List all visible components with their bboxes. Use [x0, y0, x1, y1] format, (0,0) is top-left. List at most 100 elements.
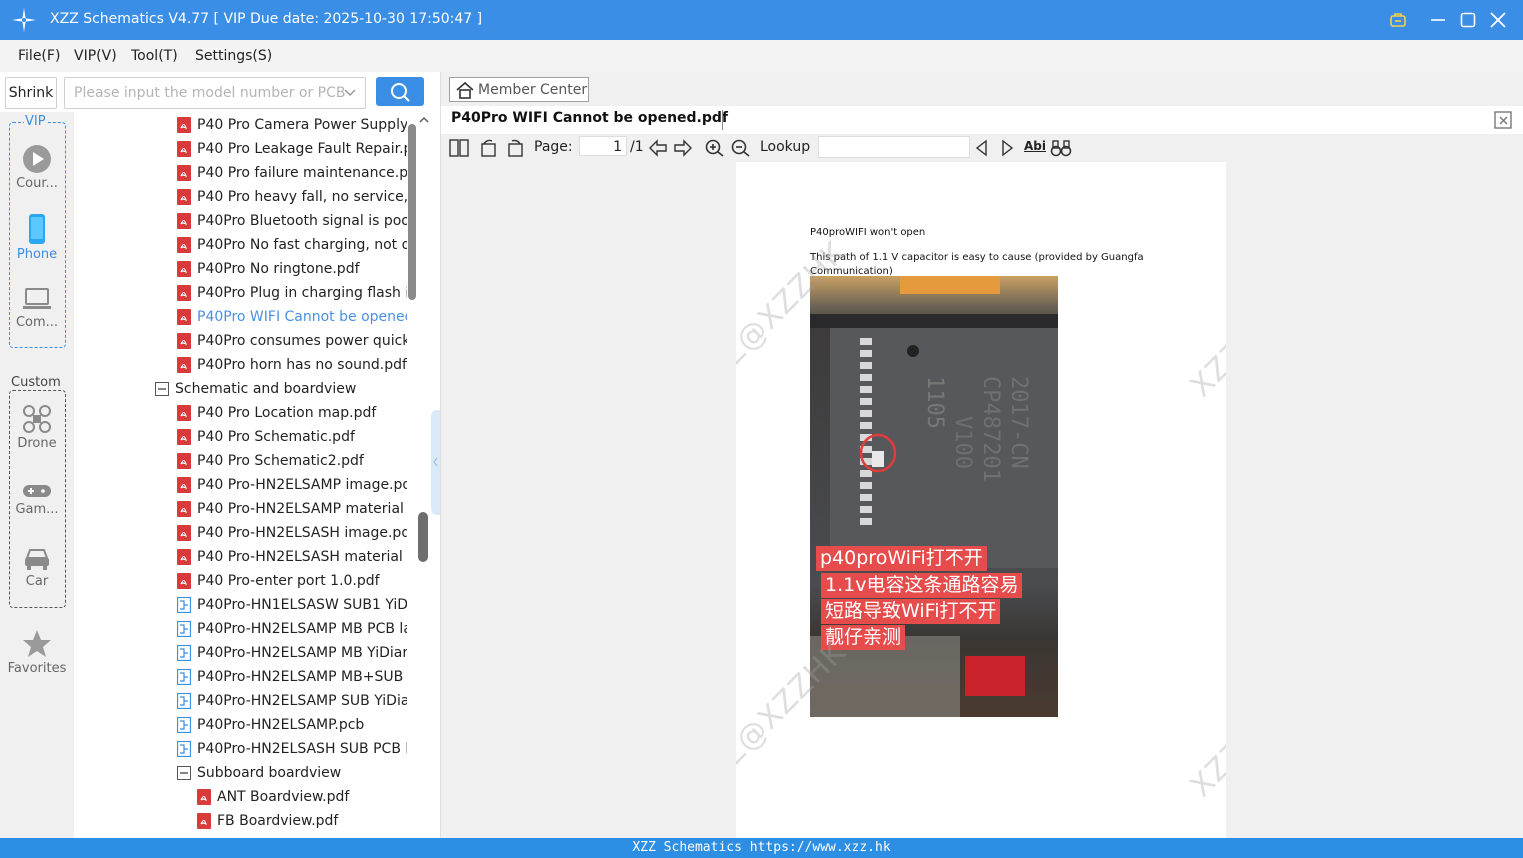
chip-marking-1: 1105 — [922, 376, 947, 429]
two-page-view-icon[interactable] — [449, 139, 469, 157]
search-icon — [391, 82, 410, 102]
tree-file-item[interactable]: P40 Pro Camera Power Supply T — [177, 113, 415, 137]
tree-file-item[interactable]: P40Pro-HN2ELSAMP.pcb — [177, 713, 364, 737]
maximize-button[interactable] — [1456, 8, 1480, 32]
home-icon — [456, 81, 474, 99]
tree-file-item[interactable]: P40 Pro Location map.pdf — [177, 401, 376, 425]
category-label: Favorites — [7, 661, 67, 676]
tree-file-item[interactable]: P40 Pro-HN2ELSAMP image.pd — [177, 473, 411, 497]
tree-file-item[interactable]: P40Pro-HN2ELSAMP MB YiDiar — [177, 641, 408, 665]
pane-splitter[interactable] — [431, 410, 440, 515]
custom-group-label: Custom — [10, 375, 62, 390]
tree-item-label: P40 Pro Leakage Fault Repair.pd — [197, 141, 415, 157]
tree-file-item[interactable]: P40Pro Bluetooth signal is poor — [177, 209, 415, 233]
scroll-up-icon[interactable] — [419, 115, 429, 125]
member-center-button[interactable]: Member Center — [449, 77, 589, 102]
car-icon — [25, 549, 49, 570]
menu-vip[interactable]: VIP(V) — [74, 48, 117, 64]
category-courses[interactable]: Cour... — [0, 144, 74, 191]
next-page-icon[interactable] — [673, 139, 693, 157]
pdf-page: P40proWIFI won't open This path of 1.1 V… — [736, 162, 1226, 838]
tree-file-item[interactable]: P40 Pro-enter port 1.0.pdf — [177, 569, 380, 593]
category-drone[interactable]: Drone — [0, 404, 74, 451]
category-label: Drone — [17, 436, 57, 451]
rotate-left-icon[interactable] — [479, 139, 499, 157]
tree-file-item[interactable]: P40Pro-HN2ELSAMP SUB YiDia — [177, 689, 409, 713]
category-label: Com... — [15, 315, 59, 330]
tree-file-item[interactable]: P40Pro-HN2ELSAMP MB PCB la — [177, 617, 412, 641]
tree-scrollbar-thumb[interactable] — [408, 124, 416, 300]
shrink-button[interactable]: Shrink — [5, 77, 57, 109]
tree-file-item[interactable]: P40 Pro Schematic.pdf — [177, 425, 355, 449]
tree-file-item[interactable]: P40 Pro-HN2ELSASH image.pdf — [177, 521, 415, 545]
gamepad-icon — [23, 485, 51, 497]
window-title: XZZ Schematics V4.77 [ VIP Due date: 202… — [50, 11, 483, 27]
zoom-out-icon[interactable] — [731, 139, 751, 157]
category-phone[interactable]: Phone — [0, 213, 74, 262]
tree-folder[interactable]: Schematic and boardview — [155, 377, 356, 401]
match-case-toggle[interactable]: Abi — [1024, 139, 1046, 153]
category-gaming[interactable]: Gam... — [0, 482, 74, 517]
tree-item-label: P40 Pro-HN2ELSASH image.pdf — [197, 525, 415, 541]
find-next-icon[interactable] — [999, 139, 1015, 157]
tree-file-item[interactable]: P40Pro-HN2ELSASH SUB PCB la — [177, 737, 415, 761]
tree-file-item[interactable]: P40 Pro heavy fall, no service, n — [177, 185, 415, 209]
tree-file-item[interactable]: P40 Pro-HN2ELSAMP material c — [177, 497, 415, 521]
close-button[interactable] — [1486, 8, 1510, 32]
menu-tool[interactable]: Tool(T) — [131, 48, 178, 64]
tree-file-item[interactable]: P40Pro Plug in charging flash ic — [177, 281, 415, 305]
tree-file-item[interactable]: P40Pro-HN1ELSASW SUB1 YiDi — [177, 593, 412, 617]
zoom-in-icon[interactable] — [705, 139, 725, 157]
tree-item-label: P40Pro-HN2ELSAMP SUB YiDia — [197, 693, 410, 709]
tree-folder[interactable]: Subboard boardview — [177, 761, 341, 785]
pdf-file-icon — [177, 261, 191, 277]
tree-file-item[interactable]: P40Pro No fast charging, not on — [177, 233, 415, 257]
tree-file-item[interactable]: ANT Boardview.pdf — [197, 785, 349, 809]
minimize-button[interactable] — [1426, 8, 1450, 32]
tree-item-label: Subboard boardview — [197, 765, 342, 781]
tree-file-item[interactable]: P40Pro-HN2ELSAMP MB+SUB I — [177, 665, 412, 689]
category-computer[interactable]: Com... — [0, 287, 74, 330]
prev-page-icon[interactable] — [648, 139, 668, 157]
pcb-file-icon — [177, 693, 191, 709]
category-favorites[interactable]: Favorites — [0, 629, 74, 676]
collapse-icon[interactable] — [155, 382, 169, 396]
tree-item-label: P40 Pro-enter port 1.0.pdf — [197, 573, 380, 589]
binoculars-icon[interactable] — [1050, 139, 1072, 157]
chevron-down-icon[interactable] — [343, 86, 357, 100]
pdf-file-icon — [177, 525, 191, 541]
lock-icon — [1390, 13, 1406, 27]
find-prev-icon[interactable] — [974, 139, 990, 157]
tree-file-item[interactable]: P40Pro consumes power quickl — [177, 329, 414, 353]
category-label: Cour... — [16, 176, 58, 191]
pdf-file-icon — [177, 429, 191, 445]
file-tree[interactable]: P40 Pro Camera Power Supply T P40 Pro Lea… — [75, 112, 415, 838]
pcb-file-icon — [177, 741, 191, 757]
rotate-right-icon[interactable] — [505, 139, 525, 157]
model-search-combo[interactable]: Please input the model number or PCB — [64, 77, 366, 109]
tree-file-item[interactable]: P40 Pro-HN2ELSASH material o — [177, 545, 415, 569]
chip-marking-3: CP487201 — [978, 376, 1003, 482]
tree-file-item[interactable]: P40 Pro failure maintenance.pdf — [177, 161, 415, 185]
tree-file-item[interactable]: P40 Pro Schematic2.pdf — [177, 449, 364, 473]
tree-file-item[interactable]: P40 Pro Leakage Fault Repair.pd — [177, 137, 415, 161]
tree-file-item[interactable]: P40Pro horn has no sound.pdf — [177, 353, 407, 377]
pdf-file-icon — [177, 405, 191, 421]
close-tab-icon[interactable] — [1493, 110, 1513, 130]
search-input[interactable]: Please input the model number or PCB — [74, 85, 346, 101]
menu-file[interactable]: File(F) — [18, 48, 60, 64]
lookup-input[interactable] — [818, 136, 970, 158]
collapse-icon[interactable] — [177, 766, 191, 780]
category-car[interactable]: Car — [0, 546, 74, 589]
tree-scrollbar-thumb-secondary[interactable] — [418, 512, 428, 562]
menu-settings[interactable]: Settings(S) — [195, 48, 272, 64]
page-number-input[interactable]: 1 — [579, 136, 627, 156]
tab-document[interactable]: P40Pro WIFI Cannot be opened.pdf — [451, 110, 728, 126]
lock-button[interactable] — [1386, 8, 1410, 32]
tree-file-item[interactable]: P40Pro WIFI Cannot be opened — [177, 305, 414, 329]
search-button[interactable] — [376, 77, 424, 106]
annotation-line-3: 短路导致WiFi打不开 — [821, 599, 1001, 624]
tree-file-item[interactable]: FB Boardview.pdf — [197, 809, 338, 833]
tree-file-item[interactable]: P40Pro No ringtone.pdf — [177, 257, 360, 281]
title-bar: XZZ Schematics V4.77 [ VIP Due date: 202… — [0, 0, 1523, 40]
